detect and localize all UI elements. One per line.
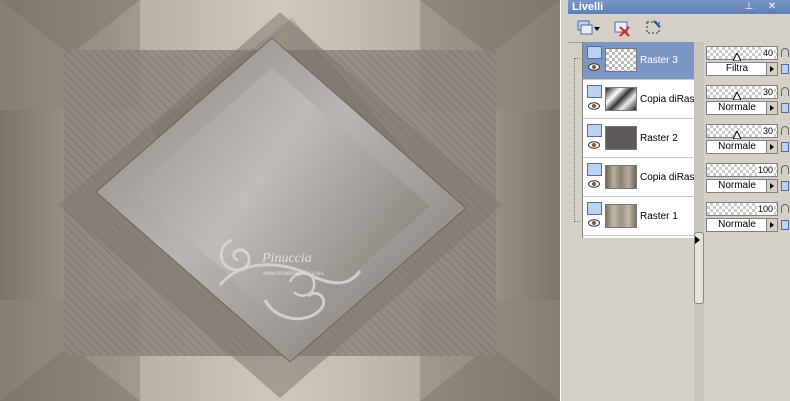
eye-icon[interactable]: [588, 219, 600, 227]
layer-row-raster-3[interactable]: Raster 3: [583, 42, 695, 80]
close-icon[interactable]: ✕: [766, 0, 778, 14]
blend-mode-value: Normale: [718, 141, 756, 152]
layer-visibility-icon[interactable]: [587, 202, 602, 215]
blend-mode-value: Normale: [718, 219, 756, 230]
eye-icon[interactable]: [588, 180, 600, 188]
layer-thumbnail: [605, 165, 637, 189]
opacity-value: 40: [761, 47, 774, 59]
layer-thumbnail: [605, 126, 637, 150]
expand-arrow-icon[interactable]: [695, 236, 700, 244]
delete-layer-icon[interactable]: [612, 18, 632, 38]
layer-visibility-icon[interactable]: [587, 124, 602, 137]
pin-icon[interactable]: ⊥: [743, 0, 755, 14]
blend-mode-select[interactable]: Normale: [706, 179, 778, 193]
layer-props-raster-1: 100 Normale: [704, 200, 790, 238]
lock-icon[interactable]: [781, 48, 789, 57]
eye-icon[interactable]: [588, 63, 600, 71]
layer-props-raster-3: 40 Filtra: [704, 44, 790, 82]
eye-icon[interactable]: [588, 102, 600, 110]
panel-divider[interactable]: [560, 0, 568, 401]
lock-icon[interactable]: [781, 126, 789, 135]
layer-name: Copia diRaster: [640, 172, 694, 183]
dropdown-arrow-icon: [766, 219, 777, 231]
layer-name: Raster 2: [640, 133, 678, 144]
blend-mode-value: Normale: [718, 102, 756, 113]
layer-thumbnail: [605, 204, 637, 228]
opacity-slider[interactable]: 30: [706, 85, 778, 100]
layer-props-copia-diraster-2: 100 Normale: [704, 161, 790, 199]
layer-thumbnail: [605, 48, 637, 72]
panel-titlebar[interactable]: Livelli ⊥ ✕: [568, 0, 790, 14]
layer-link-icon[interactable]: [781, 142, 789, 152]
blend-mode-select[interactable]: Filtra: [706, 62, 778, 76]
layers-scrollbar[interactable]: [694, 42, 704, 401]
mask-icon[interactable]: [644, 18, 664, 38]
layer-link-icon[interactable]: [781, 220, 789, 230]
layers-toolbar: [568, 14, 790, 43]
layer-properties: 40 Filtra 30 Normale 30 Normale 100 Norm…: [704, 42, 790, 401]
layer-visibility-icon[interactable]: [587, 85, 602, 98]
blend-mode-select[interactable]: Normale: [706, 218, 778, 232]
blend-mode-select[interactable]: Normale: [706, 140, 778, 154]
layer-visibility-icon[interactable]: [587, 46, 602, 59]
opacity-value: 30: [761, 86, 774, 98]
layer-visibility-icon[interactable]: [587, 163, 602, 176]
panel-title: Livelli: [572, 1, 604, 13]
layer-tree-line: [574, 58, 580, 222]
watermark-url: www.moidiregraf.co.eu: [262, 271, 324, 277]
lock-icon[interactable]: [781, 165, 789, 174]
layer-link-icon[interactable]: [781, 64, 789, 74]
opacity-value: 100: [756, 203, 774, 215]
artwork: Pinuccia www.moidiregraf.co.eu: [0, 0, 560, 401]
layer-thumbnail: [605, 87, 637, 111]
layer-row-raster-1[interactable]: Raster 1: [583, 198, 695, 236]
layer-name: Raster 1: [640, 211, 678, 222]
opacity-slider[interactable]: 100: [706, 202, 778, 216]
layer-name: Raster 3: [640, 55, 678, 66]
blend-mode-value: Normale: [718, 180, 756, 191]
opacity-slider[interactable]: 40: [706, 46, 778, 61]
layer-row-copia-diraster[interactable]: Copia diRaster: [583, 81, 695, 119]
lock-icon[interactable]: [781, 204, 789, 213]
layer-list: Raster 3 Copia diRaster Raster 2 Copia d…: [582, 42, 695, 238]
opacity-value: 30: [761, 125, 774, 137]
image-canvas[interactable]: Pinuccia www.moidiregraf.co.eu: [0, 0, 560, 401]
layer-row-copia-diraster-2[interactable]: Copia diRaster: [583, 159, 695, 197]
lock-icon[interactable]: [781, 87, 789, 96]
layer-row-raster-2[interactable]: Raster 2: [583, 120, 695, 158]
slider-handle-icon: [733, 131, 741, 139]
eye-icon[interactable]: [588, 141, 600, 149]
opacity-value: 100: [756, 164, 774, 176]
layer-link-icon[interactable]: [781, 181, 789, 191]
dropdown-arrow-icon: [766, 63, 777, 75]
layers-panel: Livelli ⊥ ✕ Raster 3 Copia diRaster: [568, 0, 790, 401]
layer-link-icon[interactable]: [781, 103, 789, 113]
dropdown-arrow-icon: [766, 102, 777, 114]
dropdown-arrow-icon: [766, 141, 777, 153]
layer-props-copia-diraster: 30 Normale: [704, 83, 790, 121]
opacity-slider[interactable]: 100: [706, 163, 778, 177]
blend-mode-select[interactable]: Normale: [706, 101, 778, 115]
layer-name: Copia diRaster: [640, 94, 694, 105]
slider-handle-icon: [733, 92, 741, 100]
watermark-name: Pinuccia: [261, 251, 312, 266]
dropdown-arrow-icon: [766, 180, 777, 192]
new-layer-icon[interactable]: [576, 18, 600, 38]
slider-handle-icon: [733, 53, 741, 61]
layer-props-raster-2: 30 Normale: [704, 122, 790, 160]
opacity-slider[interactable]: 30: [706, 124, 778, 139]
blend-mode-value: Filtra: [725, 63, 749, 74]
